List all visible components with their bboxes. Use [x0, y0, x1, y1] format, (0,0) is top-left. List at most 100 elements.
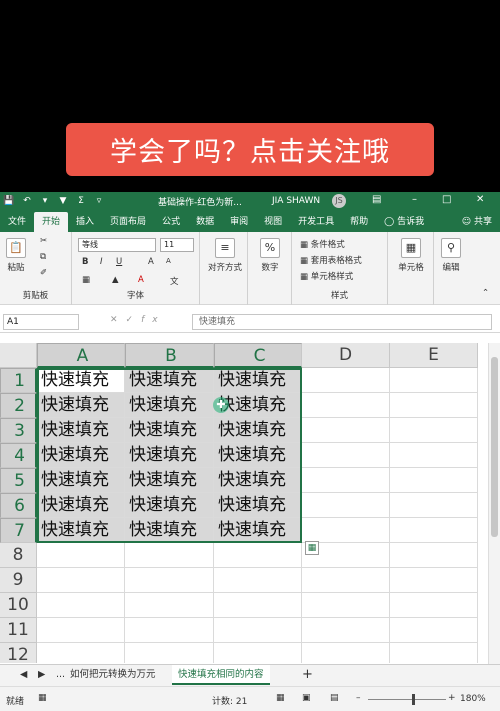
cell-d4[interactable]: [302, 443, 390, 468]
cell-a3[interactable]: 快速填充: [37, 418, 125, 443]
tab-help[interactable]: 帮助: [342, 212, 376, 232]
cell-c4[interactable]: 快速填充: [214, 443, 302, 468]
copy-icon[interactable]: ⧉: [40, 252, 46, 262]
cell-d9[interactable]: [302, 568, 390, 593]
cell-d12[interactable]: [302, 643, 390, 663]
cell-c6[interactable]: 快速填充: [214, 493, 302, 518]
cell-c7[interactable]: 快速填充: [214, 518, 302, 543]
sheet-tab-fill-same[interactable]: 快速填充相同的内容: [172, 665, 270, 685]
tab-view[interactable]: 视图: [256, 212, 290, 232]
cell-b11[interactable]: [125, 618, 214, 643]
number-button[interactable]: % 数字: [252, 238, 288, 273]
cell-a8[interactable]: [37, 543, 125, 568]
row-header-3[interactable]: 3: [0, 418, 37, 443]
zoom-slider[interactable]: [368, 699, 446, 700]
row-header-7[interactable]: 7: [0, 518, 37, 543]
filter-icon[interactable]: ▼: [54, 196, 72, 206]
row-header-9[interactable]: 9: [0, 568, 37, 593]
italic-button[interactable]: I: [100, 257, 103, 267]
row-header-1[interactable]: 1: [0, 368, 37, 393]
tell-me[interactable]: ◯ 告诉我: [376, 212, 432, 232]
cell-e2[interactable]: [390, 393, 478, 418]
macro-record-icon[interactable]: ▦: [38, 693, 47, 703]
undo-icon[interactable]: ↶: [18, 196, 36, 206]
cell-a7[interactable]: 快速填充: [37, 518, 125, 543]
share-button[interactable]: ☺ 共享: [462, 214, 492, 227]
column-header-e[interactable]: E: [390, 343, 478, 368]
paste-button[interactable]: 📋 粘贴: [6, 238, 26, 273]
cell-a9[interactable]: [37, 568, 125, 593]
cell-d6[interactable]: [302, 493, 390, 518]
cell-a1[interactable]: 快速填充: [37, 368, 125, 393]
cell-c9[interactable]: [214, 568, 302, 593]
column-header-a[interactable]: A: [37, 343, 125, 368]
alignment-button[interactable]: ≡ 对齐方式: [204, 238, 246, 273]
border-icon[interactable]: ▦: [82, 275, 90, 285]
format-as-table-button[interactable]: ▦ 套用表格格式: [300, 254, 362, 266]
cell-e9[interactable]: [390, 568, 478, 593]
row-header-8[interactable]: 8: [0, 543, 37, 568]
fx-icon[interactable]: ✕✓fx: [110, 315, 166, 325]
cell-b5[interactable]: 快速填充: [125, 468, 214, 493]
tab-file[interactable]: 文件: [0, 212, 34, 232]
bold-button[interactable]: B: [82, 257, 88, 267]
worksheet-grid[interactable]: A B C D E 1 快速填充 快速填充 快速填充 2 快速填充 快速填充 快速填充 3 快速填充 快速填充…: [0, 343, 500, 663]
cell-a10[interactable]: [37, 593, 125, 618]
cell-b12[interactable]: [125, 643, 214, 663]
grow-font-button[interactable]: A: [148, 257, 154, 267]
cell-b9[interactable]: [125, 568, 214, 593]
row-header-2[interactable]: 2: [0, 393, 37, 418]
cell-d7[interactable]: [302, 518, 390, 543]
cell-e1[interactable]: [390, 368, 478, 393]
font-color-button[interactable]: A: [138, 275, 144, 285]
customize-qat-icon[interactable]: ▿: [90, 196, 108, 206]
tab-review[interactable]: 审阅: [222, 212, 256, 232]
tab-insert[interactable]: 插入: [68, 212, 102, 232]
cell-c1[interactable]: 快速填充: [214, 368, 302, 393]
cell-b1[interactable]: 快速填充: [125, 368, 214, 393]
cell-a4[interactable]: 快速填充: [37, 443, 125, 468]
tab-data[interactable]: 数据: [188, 212, 222, 232]
cell-b10[interactable]: [125, 593, 214, 618]
row-header-4[interactable]: 4: [0, 443, 37, 468]
prev-sheet-icon[interactable]: ◀: [14, 665, 33, 685]
collapse-ribbon-icon[interactable]: ⌃: [482, 288, 489, 298]
tab-home[interactable]: 开始: [34, 212, 69, 232]
cell-d1[interactable]: [302, 368, 390, 393]
cell-b8[interactable]: [125, 543, 214, 568]
save-icon[interactable]: 💾: [0, 196, 18, 206]
cell-d3[interactable]: [302, 418, 390, 443]
column-header-b[interactable]: B: [125, 343, 214, 368]
undo-dropdown-icon[interactable]: ▾: [36, 196, 54, 206]
cut-icon[interactable]: ✂: [40, 236, 47, 246]
page-break-view-icon[interactable]: ▤: [330, 693, 339, 703]
cell-e8[interactable]: [390, 543, 478, 568]
cell-e6[interactable]: [390, 493, 478, 518]
add-sheet-button[interactable]: +: [296, 665, 319, 685]
cell-a5[interactable]: 快速填充: [37, 468, 125, 493]
cell-b6[interactable]: 快速填充: [125, 493, 214, 518]
next-sheet-icon[interactable]: ▶: [32, 665, 51, 685]
cell-b2[interactable]: 快速填充: [125, 393, 214, 418]
avatar[interactable]: JS: [332, 194, 346, 208]
cell-c12[interactable]: [214, 643, 302, 663]
sheet-tab-convert-yuan[interactable]: 如何把元转换为万元: [64, 665, 162, 685]
cell-a2[interactable]: 快速填充: [37, 393, 125, 418]
cell-e3[interactable]: [390, 418, 478, 443]
cell-styles-button[interactable]: ▦ 单元格样式: [300, 270, 353, 282]
quick-analysis-icon[interactable]: ▦: [305, 541, 319, 555]
cell-a12[interactable]: [37, 643, 125, 663]
cell-e12[interactable]: [390, 643, 478, 663]
cell-a6[interactable]: 快速填充: [37, 493, 125, 518]
page-layout-view-icon[interactable]: ▣: [302, 693, 311, 703]
editing-button[interactable]: ⚲ 编辑: [436, 238, 466, 273]
cells-button[interactable]: ▦ 单元格: [392, 238, 430, 273]
cell-a11[interactable]: [37, 618, 125, 643]
column-header-c[interactable]: C: [214, 343, 302, 368]
formula-input[interactable]: 快速填充: [192, 314, 492, 330]
cell-c8[interactable]: [214, 543, 302, 568]
normal-view-icon[interactable]: ▦: [276, 693, 285, 703]
underline-button[interactable]: U: [116, 257, 122, 267]
row-header-5[interactable]: 5: [0, 468, 37, 493]
cell-b4[interactable]: 快速填充: [125, 443, 214, 468]
